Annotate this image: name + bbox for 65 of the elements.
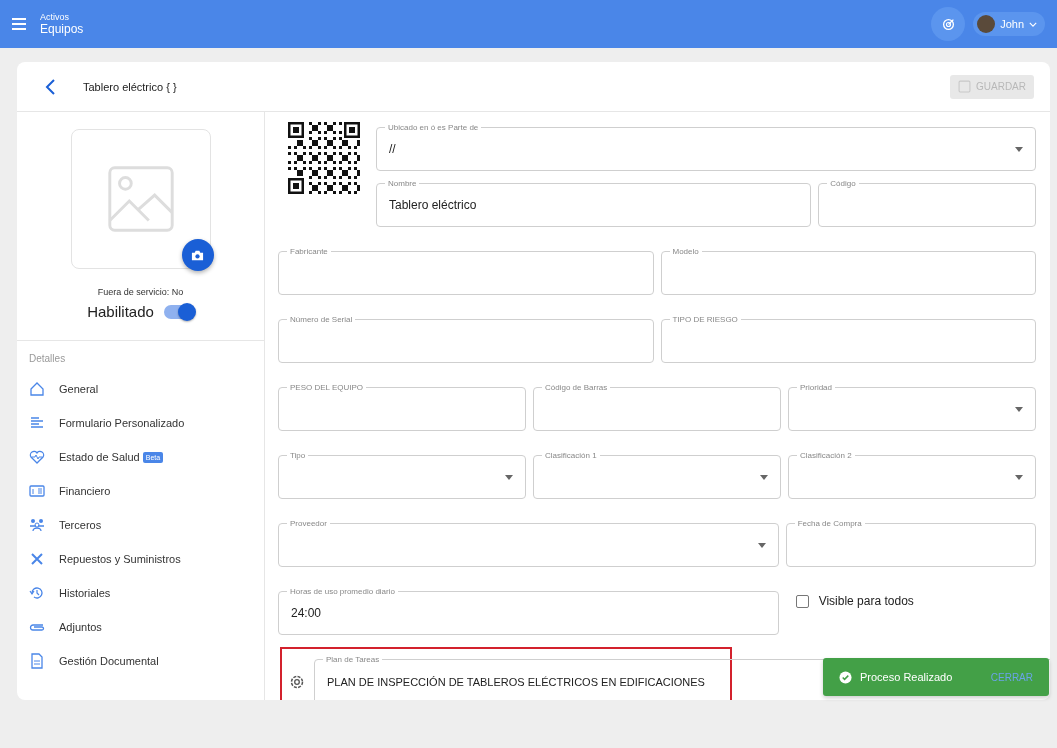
nav-item[interactable]: Gestión Documental — [17, 644, 264, 678]
document-icon — [29, 653, 45, 669]
field-label: Plan de Tareas — [323, 654, 383, 665]
dropdown-caret-icon — [505, 474, 513, 480]
heart-pulse-icon — [29, 449, 45, 465]
qr-code — [288, 122, 360, 194]
avatar — [977, 15, 996, 33]
enabled-switch[interactable] — [163, 304, 194, 319]
nav-item[interactable]: Repuestos y Suministros — [17, 542, 264, 576]
dropdown-caret-icon — [1015, 146, 1023, 152]
save-icon — [958, 80, 971, 93]
nav-item[interactable]: Financiero — [17, 474, 264, 508]
field-label: Código — [827, 178, 859, 189]
check-circle-icon — [839, 670, 852, 684]
dropdown-caret-icon — [760, 474, 768, 480]
enabled-label: Habilitado — [87, 303, 154, 320]
field-label: PESO DEL EQUIPO — [287, 382, 367, 393]
user-name: John — [1000, 18, 1024, 30]
field-label: Clasificación 1 — [542, 450, 600, 461]
nav-item[interactable]: Terceros — [17, 508, 264, 542]
field-label: Modelo — [669, 246, 702, 257]
toast-message: Proceso Realizado — [860, 671, 953, 683]
field-label: Nombre — [385, 178, 420, 189]
breadcrumb-section: Activos — [40, 12, 84, 22]
field-value: PLAN DE INSPECCIÓN DE TABLEROS ELÉCTRICOS EN EDIFICACIONES — [327, 676, 705, 688]
camera-icon — [191, 248, 204, 262]
history-icon — [29, 585, 45, 601]
bill-icon — [29, 483, 45, 499]
record-title: Tablero eléctrico { } — [83, 80, 177, 93]
field-label: Fabricante — [287, 246, 331, 257]
dropdown-caret-icon — [757, 542, 766, 548]
field-value: Tablero eléctrico — [389, 198, 477, 212]
field-label: Clasificación 2 — [797, 450, 855, 461]
page-heading: Equipos — [40, 22, 84, 36]
target-icon — [941, 17, 955, 31]
field-value: // — [389, 142, 396, 156]
list-icon — [29, 415, 45, 431]
field-label: Número de Serial — [287, 314, 356, 325]
field-label: Fecha de Compra — [794, 518, 865, 529]
dropdown-caret-icon — [1015, 406, 1023, 412]
section-heading: Detalles — [28, 352, 67, 366]
back-icon[interactable] — [45, 78, 57, 95]
dropdown-caret-icon — [1015, 474, 1023, 480]
field-label: Horas de uso promedio diario — [287, 586, 398, 597]
field-label: Proveedor — [287, 518, 330, 529]
out-of-service-status: Fuera de servicio: No — [97, 287, 184, 297]
menu-icon[interactable] — [12, 18, 26, 30]
nav-item[interactable]: General — [17, 372, 264, 406]
nav-item[interactable]: Adjuntos — [17, 610, 264, 644]
people-icon — [29, 517, 45, 533]
field-label: TIPO DE RIESGO — [669, 314, 741, 325]
field-label: Tipo — [287, 450, 309, 461]
visible-checkbox[interactable]: Visible para todos — [795, 594, 914, 608]
nav-item[interactable]: Historiales — [17, 576, 264, 610]
settings-icon[interactable] — [288, 673, 306, 691]
user-menu[interactable]: John — [973, 12, 1045, 36]
chevron-icon — [1029, 21, 1037, 27]
target-button[interactable] — [931, 7, 966, 41]
field-value: 24:00 — [291, 606, 322, 620]
home-icon — [29, 381, 45, 397]
nav-item[interactable]: Formulario Personalizado — [17, 406, 264, 440]
camera-button[interactable] — [181, 239, 214, 271]
field-label: Prioridad — [797, 382, 835, 393]
field-label: Ubicado en ó es Parte de — [385, 122, 482, 133]
field-label: Código de Barras — [542, 382, 611, 393]
